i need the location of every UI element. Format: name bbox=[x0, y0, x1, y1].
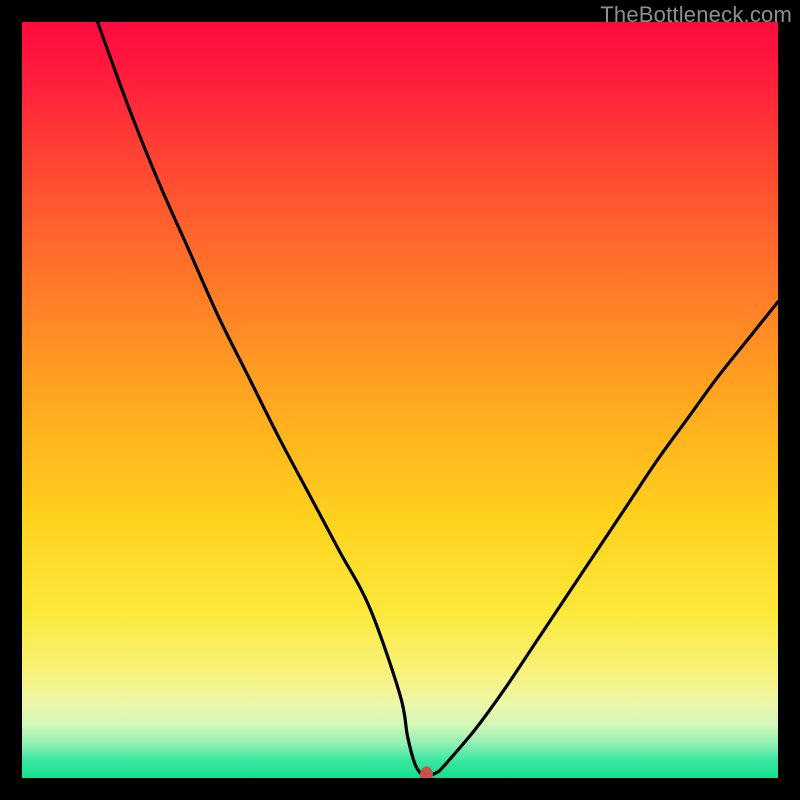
gradient-background bbox=[22, 22, 778, 778]
chart-frame: TheBottleneck.com bbox=[0, 0, 800, 800]
plot-area bbox=[22, 22, 778, 778]
bottleneck-chart bbox=[22, 22, 778, 778]
